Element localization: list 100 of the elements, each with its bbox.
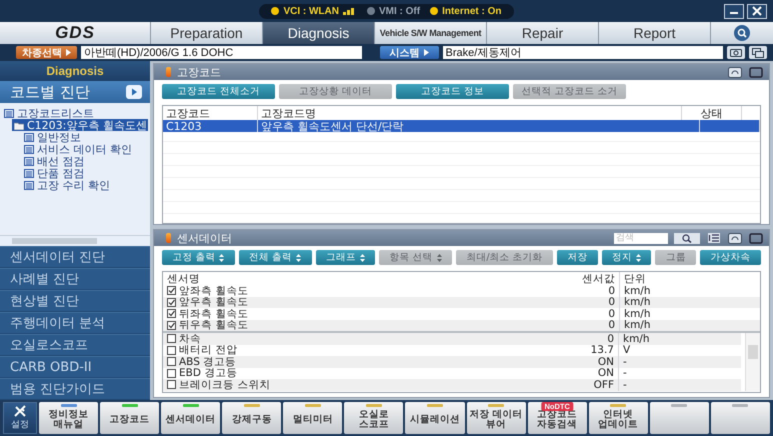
list-icon	[4, 108, 14, 118]
play-icon	[126, 85, 142, 99]
camera-icon	[730, 48, 742, 57]
tree-item[interactable]: 일반정보	[22, 131, 148, 143]
header-marker	[166, 233, 171, 243]
checkbox[interactable]	[167, 320, 176, 330]
list-button[interactable]	[706, 232, 721, 244]
toolbar-button[interactable]: 고정 출력	[162, 250, 235, 265]
taskbar-button[interactable]: 강제구동	[222, 402, 282, 434]
sidebar-item[interactable]: 오실로스코프	[0, 334, 150, 356]
search-icon	[734, 25, 750, 41]
sidebar-item[interactable]: 사례별 진단	[0, 268, 150, 290]
search-field[interactable]: 검색	[614, 232, 668, 244]
tab[interactable]: Preparation	[150, 22, 262, 44]
taskbar-button[interactable]: 시뮬레이션	[405, 402, 465, 434]
tab[interactable]: Report	[598, 22, 710, 44]
sidebar-item[interactable]: 코드별 진단	[0, 81, 150, 103]
taskbar-button[interactable]: 정비정보 매뉴얼	[39, 402, 98, 434]
maximize-button[interactable]	[748, 66, 763, 78]
windows-icon	[752, 48, 764, 58]
taskbar-button[interactable]: 오실로 스코프	[344, 402, 404, 434]
sidebar-item[interactable]: 현상별 진단	[0, 290, 150, 312]
refresh-button[interactable]	[727, 232, 742, 244]
list-icon	[24, 180, 34, 190]
sidebar-item[interactable]: 주행데이터 분석	[0, 312, 150, 334]
tree-item[interactable]: 배선 점검	[22, 155, 148, 167]
logo: GDS	[0, 22, 150, 44]
maximize-button[interactable]	[748, 232, 763, 244]
toolbar-button[interactable]: 저장	[557, 250, 598, 265]
sensor-name: 배터리 전압	[179, 344, 238, 357]
updown-caret-icon	[360, 254, 365, 262]
refresh-icon	[728, 66, 742, 78]
panel-title: 고장코드	[177, 64, 222, 80]
checkbox[interactable]	[167, 286, 176, 296]
tools-icon	[13, 405, 27, 417]
table-row[interactable]: C1203 앞우측 휠속도센서 단선/단락	[163, 120, 760, 132]
search-button[interactable]	[674, 232, 700, 244]
checkbox[interactable]	[167, 357, 176, 366]
sensor-name: EBD 경고등	[179, 366, 238, 380]
action-button[interactable]: 고장코드 전체소거	[162, 84, 275, 99]
tree-item[interactable]: 서비스 데이터 확인	[22, 143, 148, 155]
status-label: VCI : WLAN	[283, 6, 339, 16]
toolbar-button[interactable]: 그래프	[316, 250, 376, 265]
list-icon	[24, 156, 34, 166]
taskbar-button[interactable]: 센서데이터	[161, 402, 220, 434]
tab[interactable]: Diagnosis	[262, 22, 374, 44]
column-header: 단위	[623, 272, 647, 286]
checkbox[interactable]	[167, 298, 176, 307]
vehicle-select-button[interactable]: 차종선택	[16, 46, 77, 59]
tree-item[interactable]: 단품 점검	[22, 167, 148, 179]
settings-button[interactable]: 설정	[3, 402, 37, 434]
updown-caret-icon	[219, 254, 224, 262]
sensor-name: 앞우측 휠속도	[179, 296, 248, 309]
camera-button[interactable]	[727, 46, 745, 59]
taskbar-button[interactable]: 고장코드	[100, 402, 160, 434]
checkbox[interactable]	[167, 346, 176, 355]
checkbox[interactable]	[167, 368, 176, 378]
search-button[interactable]	[710, 22, 773, 44]
close-button[interactable]	[747, 4, 767, 18]
tree-item[interactable]: 고장코드리스트	[2, 107, 148, 119]
sidebar-item[interactable]: CARB OBD-II	[0, 356, 150, 378]
taskbar-button[interactable]: 멀티미터	[283, 402, 342, 434]
tab[interactable]: Repair	[486, 22, 598, 44]
checkbox[interactable]	[167, 380, 176, 390]
panel-title: 센서데이터	[177, 230, 233, 246]
sensor-unit: V	[622, 344, 632, 356]
vertical-scrollbar[interactable]	[745, 333, 760, 390]
sidebar-item[interactable]: 센서데이터 진단	[0, 246, 150, 268]
sensor-name: 차속	[179, 332, 201, 345]
action-button[interactable]: 고장코드 정보	[396, 84, 509, 99]
sensor-name: 뒤좌측 휠속도	[179, 307, 248, 320]
system-button[interactable]: 시스템	[380, 46, 438, 59]
tree-item[interactable]: 고장 수리 확인	[22, 179, 148, 191]
toolbar-button[interactable]: 전체 출력	[238, 250, 312, 265]
play-icon	[66, 49, 71, 56]
horizontal-scrollbar[interactable]	[0, 235, 150, 246]
tab[interactable]: Vehicle S/W Management	[374, 22, 486, 44]
minimize-button[interactable]	[724, 4, 744, 18]
refresh-icon	[728, 232, 742, 244]
search-icon	[681, 234, 693, 242]
sensor-name: 뒤우측 휠속도	[179, 319, 248, 332]
refresh-button[interactable]	[727, 66, 742, 78]
toolbar-button[interactable]: 가상차속	[700, 250, 761, 265]
window-button[interactable]	[749, 46, 767, 59]
status-label: VMI : Off	[378, 6, 420, 16]
checkbox[interactable]	[167, 334, 176, 344]
sensor-unit: km/h	[622, 332, 651, 345]
sensor-value: 0	[539, 333, 619, 344]
table-cell: 앞우측 휠속도센서 단선/단락	[258, 120, 700, 132]
toolbar-button[interactable]: 정지	[602, 250, 652, 265]
system-field: Brake/제동제어	[442, 46, 723, 59]
checkbox[interactable]	[167, 309, 176, 318]
taskbar-button[interactable]: 인터넷 업데이트	[588, 402, 648, 434]
sensor-name: 앞좌측 휠속도	[179, 284, 248, 297]
sensor-name: ABS 경고등	[179, 355, 236, 368]
taskbar-button[interactable]: 저장 데이터 뷰어	[466, 402, 526, 434]
sidebar-item[interactable]: 범용 진단가이드	[0, 378, 150, 400]
sensor-unit: km/h	[623, 319, 652, 332]
signal-icon	[342, 7, 357, 15]
tree-item[interactable]: C1203:앞우측 휠속도센	[12, 119, 148, 131]
